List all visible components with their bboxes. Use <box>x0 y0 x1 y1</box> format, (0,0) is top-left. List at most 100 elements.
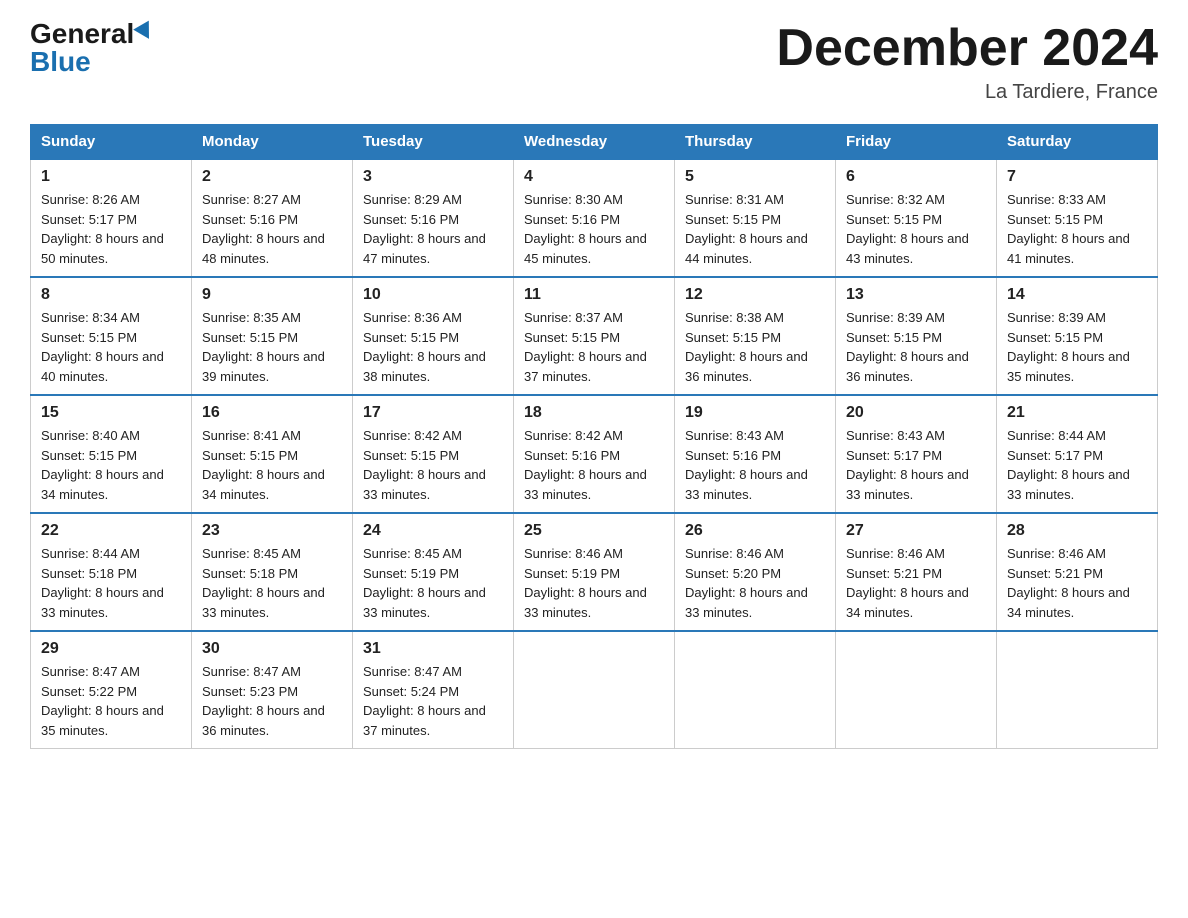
calendar-cell: 10 Sunrise: 8:36 AMSunset: 5:15 PMDaylig… <box>353 277 514 395</box>
day-number: 9 <box>202 286 342 304</box>
calendar-cell: 26 Sunrise: 8:46 AMSunset: 5:20 PMDaylig… <box>675 513 836 631</box>
calendar-cell: 12 Sunrise: 8:38 AMSunset: 5:15 PMDaylig… <box>675 277 836 395</box>
day-number: 27 <box>846 522 986 540</box>
calendar-cell: 13 Sunrise: 8:39 AMSunset: 5:15 PMDaylig… <box>836 277 997 395</box>
day-info: Sunrise: 8:45 AMSunset: 5:18 PMDaylight:… <box>202 544 342 622</box>
calendar-cell: 21 Sunrise: 8:44 AMSunset: 5:17 PMDaylig… <box>997 395 1158 513</box>
calendar-cell: 27 Sunrise: 8:46 AMSunset: 5:21 PMDaylig… <box>836 513 997 631</box>
calendar-cell: 17 Sunrise: 8:42 AMSunset: 5:15 PMDaylig… <box>353 395 514 513</box>
day-info: Sunrise: 8:47 AMSunset: 5:24 PMDaylight:… <box>363 662 503 740</box>
calendar-cell: 31 Sunrise: 8:47 AMSunset: 5:24 PMDaylig… <box>353 631 514 749</box>
day-info: Sunrise: 8:30 AMSunset: 5:16 PMDaylight:… <box>524 190 664 268</box>
logo: General Blue <box>30 20 154 76</box>
day-info: Sunrise: 8:44 AMSunset: 5:17 PMDaylight:… <box>1007 426 1147 504</box>
day-info: Sunrise: 8:46 AMSunset: 5:19 PMDaylight:… <box>524 544 664 622</box>
header-sunday: Sunday <box>31 125 192 160</box>
calendar-cell: 15 Sunrise: 8:40 AMSunset: 5:15 PMDaylig… <box>31 395 192 513</box>
day-info: Sunrise: 8:45 AMSunset: 5:19 PMDaylight:… <box>363 544 503 622</box>
calendar-cell: 11 Sunrise: 8:37 AMSunset: 5:15 PMDaylig… <box>514 277 675 395</box>
calendar-week-row: 22 Sunrise: 8:44 AMSunset: 5:18 PMDaylig… <box>31 513 1158 631</box>
calendar-cell: 28 Sunrise: 8:46 AMSunset: 5:21 PMDaylig… <box>997 513 1158 631</box>
location: La Tardiere, France <box>776 81 1158 104</box>
day-info: Sunrise: 8:43 AMSunset: 5:17 PMDaylight:… <box>846 426 986 504</box>
header-thursday: Thursday <box>675 125 836 160</box>
day-info: Sunrise: 8:39 AMSunset: 5:15 PMDaylight:… <box>846 308 986 386</box>
calendar-cell: 25 Sunrise: 8:46 AMSunset: 5:19 PMDaylig… <box>514 513 675 631</box>
day-number: 21 <box>1007 404 1147 422</box>
day-number: 28 <box>1007 522 1147 540</box>
day-number: 19 <box>685 404 825 422</box>
day-number: 20 <box>846 404 986 422</box>
calendar-cell: 24 Sunrise: 8:45 AMSunset: 5:19 PMDaylig… <box>353 513 514 631</box>
logo-general-text: General <box>30 20 134 48</box>
day-number: 25 <box>524 522 664 540</box>
day-number: 4 <box>524 168 664 186</box>
header-friday: Friday <box>836 125 997 160</box>
calendar-cell: 3 Sunrise: 8:29 AMSunset: 5:16 PMDayligh… <box>353 159 514 277</box>
header-saturday: Saturday <box>997 125 1158 160</box>
calendar-cell: 29 Sunrise: 8:47 AMSunset: 5:22 PMDaylig… <box>31 631 192 749</box>
day-number: 16 <box>202 404 342 422</box>
day-number: 22 <box>41 522 181 540</box>
day-info: Sunrise: 8:32 AMSunset: 5:15 PMDaylight:… <box>846 190 986 268</box>
calendar-week-row: 15 Sunrise: 8:40 AMSunset: 5:15 PMDaylig… <box>31 395 1158 513</box>
day-number: 3 <box>363 168 503 186</box>
day-info: Sunrise: 8:47 AMSunset: 5:23 PMDaylight:… <box>202 662 342 740</box>
day-info: Sunrise: 8:46 AMSunset: 5:20 PMDaylight:… <box>685 544 825 622</box>
calendar-week-row: 1 Sunrise: 8:26 AMSunset: 5:17 PMDayligh… <box>31 159 1158 277</box>
day-number: 1 <box>41 168 181 186</box>
day-number: 24 <box>363 522 503 540</box>
day-number: 5 <box>685 168 825 186</box>
calendar-cell <box>997 631 1158 749</box>
day-number: 17 <box>363 404 503 422</box>
day-number: 23 <box>202 522 342 540</box>
day-number: 14 <box>1007 286 1147 304</box>
calendar-cell: 16 Sunrise: 8:41 AMSunset: 5:15 PMDaylig… <box>192 395 353 513</box>
header-monday: Monday <box>192 125 353 160</box>
calendar-cell: 30 Sunrise: 8:47 AMSunset: 5:23 PMDaylig… <box>192 631 353 749</box>
calendar-cell: 7 Sunrise: 8:33 AMSunset: 5:15 PMDayligh… <box>997 159 1158 277</box>
calendar-cell: 4 Sunrise: 8:30 AMSunset: 5:16 PMDayligh… <box>514 159 675 277</box>
day-number: 30 <box>202 640 342 658</box>
month-title: December 2024 <box>776 20 1158 77</box>
day-info: Sunrise: 8:27 AMSunset: 5:16 PMDaylight:… <box>202 190 342 268</box>
day-info: Sunrise: 8:35 AMSunset: 5:15 PMDaylight:… <box>202 308 342 386</box>
calendar-cell: 2 Sunrise: 8:27 AMSunset: 5:16 PMDayligh… <box>192 159 353 277</box>
day-info: Sunrise: 8:44 AMSunset: 5:18 PMDaylight:… <box>41 544 181 622</box>
page-header: General Blue December 2024 La Tardiere, … <box>30 20 1158 104</box>
day-number: 29 <box>41 640 181 658</box>
header-tuesday: Tuesday <box>353 125 514 160</box>
header-wednesday: Wednesday <box>514 125 675 160</box>
calendar-cell: 6 Sunrise: 8:32 AMSunset: 5:15 PMDayligh… <box>836 159 997 277</box>
calendar-table: SundayMondayTuesdayWednesdayThursdayFrid… <box>30 124 1158 749</box>
day-info: Sunrise: 8:46 AMSunset: 5:21 PMDaylight:… <box>1007 544 1147 622</box>
day-info: Sunrise: 8:43 AMSunset: 5:16 PMDaylight:… <box>685 426 825 504</box>
calendar-header-row: SundayMondayTuesdayWednesdayThursdayFrid… <box>31 125 1158 160</box>
day-number: 2 <box>202 168 342 186</box>
calendar-cell: 5 Sunrise: 8:31 AMSunset: 5:15 PMDayligh… <box>675 159 836 277</box>
day-number: 18 <box>524 404 664 422</box>
day-number: 11 <box>524 286 664 304</box>
calendar-cell: 18 Sunrise: 8:42 AMSunset: 5:16 PMDaylig… <box>514 395 675 513</box>
day-info: Sunrise: 8:47 AMSunset: 5:22 PMDaylight:… <box>41 662 181 740</box>
day-number: 8 <box>41 286 181 304</box>
calendar-cell: 23 Sunrise: 8:45 AMSunset: 5:18 PMDaylig… <box>192 513 353 631</box>
day-info: Sunrise: 8:37 AMSunset: 5:15 PMDaylight:… <box>524 308 664 386</box>
day-info: Sunrise: 8:46 AMSunset: 5:21 PMDaylight:… <box>846 544 986 622</box>
day-number: 12 <box>685 286 825 304</box>
calendar-cell <box>514 631 675 749</box>
day-info: Sunrise: 8:31 AMSunset: 5:15 PMDaylight:… <box>685 190 825 268</box>
day-info: Sunrise: 8:42 AMSunset: 5:15 PMDaylight:… <box>363 426 503 504</box>
calendar-cell <box>836 631 997 749</box>
day-info: Sunrise: 8:40 AMSunset: 5:15 PMDaylight:… <box>41 426 181 504</box>
day-number: 6 <box>846 168 986 186</box>
day-info: Sunrise: 8:39 AMSunset: 5:15 PMDaylight:… <box>1007 308 1147 386</box>
day-number: 7 <box>1007 168 1147 186</box>
calendar-cell: 20 Sunrise: 8:43 AMSunset: 5:17 PMDaylig… <box>836 395 997 513</box>
day-info: Sunrise: 8:34 AMSunset: 5:15 PMDaylight:… <box>41 308 181 386</box>
calendar-cell: 22 Sunrise: 8:44 AMSunset: 5:18 PMDaylig… <box>31 513 192 631</box>
day-number: 13 <box>846 286 986 304</box>
day-info: Sunrise: 8:26 AMSunset: 5:17 PMDaylight:… <box>41 190 181 268</box>
day-info: Sunrise: 8:41 AMSunset: 5:15 PMDaylight:… <box>202 426 342 504</box>
day-info: Sunrise: 8:36 AMSunset: 5:15 PMDaylight:… <box>363 308 503 386</box>
